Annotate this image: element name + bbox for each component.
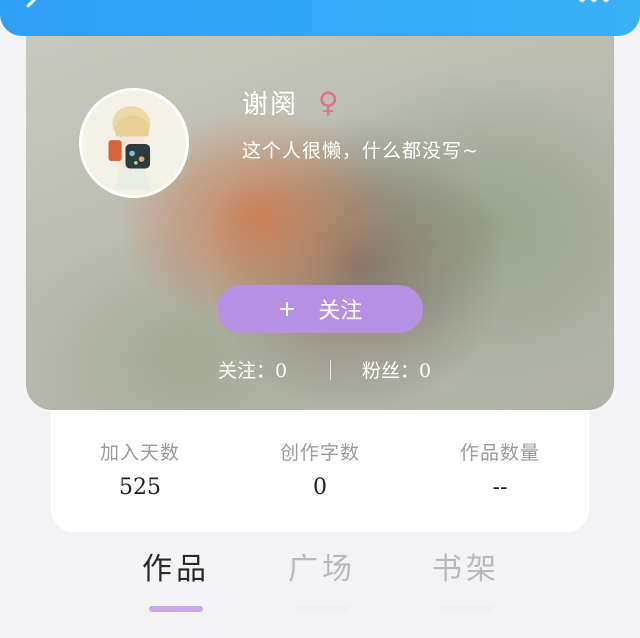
tab-bookshelf-indicator: [439, 606, 493, 612]
fans-count[interactable]: 粉丝：0: [362, 356, 431, 383]
avatar[interactable]: [79, 88, 189, 198]
tab-bookshelf-label: 书架: [432, 552, 500, 587]
word-count-stat: 创作字数 0: [240, 438, 400, 500]
tab-works-indicator: [149, 606, 203, 612]
stats-divider: [330, 360, 331, 380]
following-count[interactable]: 关注：0: [218, 356, 287, 383]
avatar-illustration: [82, 91, 186, 195]
top-bar: [0, 0, 640, 36]
tab-square[interactable]: 广场: [262, 544, 382, 612]
word-count-label: 创作字数: [279, 442, 360, 464]
chevron-left-icon[interactable]: [18, 0, 44, 16]
username: 谢阕: [242, 90, 299, 120]
content-tabs: 作品 广场 书架: [0, 544, 640, 614]
plus-icon: +: [277, 296, 297, 322]
profile-header-card: 谢阕 ♀ 这个人很懒，什么都没写~ + 关注 关注：0 粉丝：0: [26, 24, 614, 410]
follow-button-label: 关注: [318, 299, 363, 324]
tab-bookshelf[interactable]: 书架: [406, 544, 526, 612]
tab-works[interactable]: 作品: [116, 544, 236, 612]
female-gender-icon: ♀: [318, 86, 339, 119]
tab-square-label: 广场: [288, 552, 356, 587]
works-count-value: --: [492, 475, 508, 500]
tab-works-label: 作品: [142, 552, 210, 587]
word-count-value: 0: [313, 475, 327, 500]
follow-button[interactable]: + 关注: [217, 285, 423, 333]
more-dots-icon[interactable]: [576, 0, 612, 4]
works-count-label: 作品数量: [459, 442, 540, 464]
join-days-label: 加入天数: [99, 442, 180, 464]
works-count-stat: 作品数量 --: [420, 438, 580, 500]
join-days-value: 525: [119, 475, 161, 500]
join-days-stat: 加入天数 525: [60, 438, 220, 500]
tab-square-indicator: [295, 606, 349, 612]
user-bio: 这个人很懒，什么都没写~: [242, 140, 479, 162]
user-info-card: 加入天数 525 创作字数 0 作品数量 --: [51, 396, 589, 532]
